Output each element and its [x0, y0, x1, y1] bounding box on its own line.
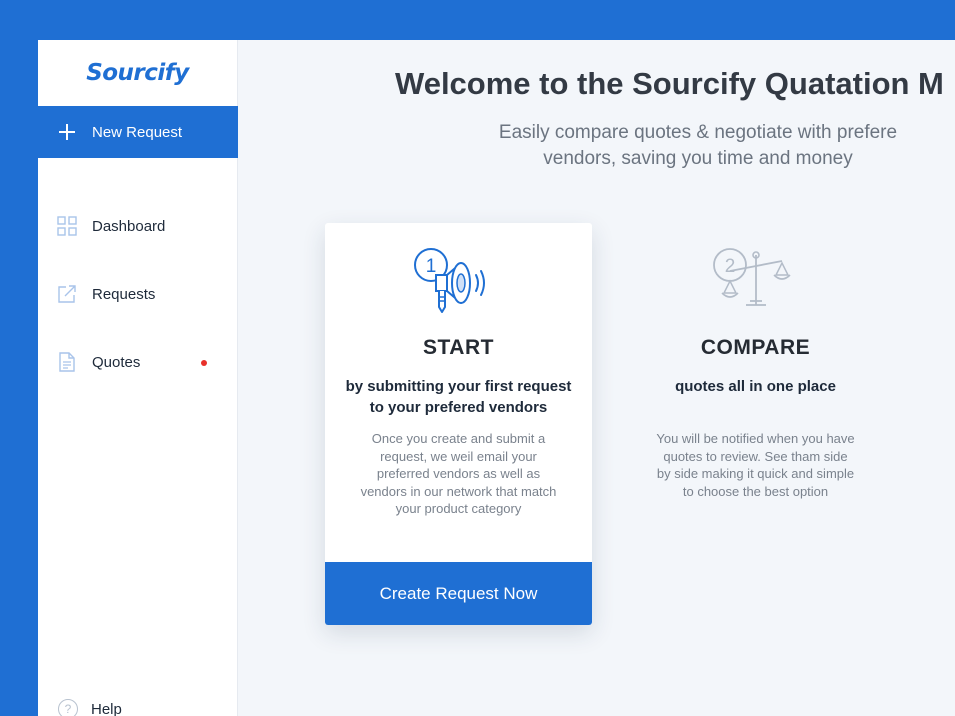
step-card-start: 1 START by submitting your first request… — [325, 223, 592, 625]
grid-icon — [57, 216, 77, 236]
sidebar-nav: Dashboard Requests Quotes — [38, 192, 238, 396]
subtitle-line: vendors, saving you time and money — [543, 148, 853, 169]
help-link[interactable]: ? Help — [38, 694, 122, 716]
step-subtitle: quotes all in one place — [675, 378, 836, 395]
step-description: You will be notified when you have quote… — [632, 430, 879, 500]
desc-line: request, we weil email your — [380, 448, 537, 464]
document-icon — [59, 352, 75, 372]
logo[interactable]: Sourcify — [38, 40, 237, 106]
page-subtitle: Easily compare quotes & negotiate with p… — [378, 120, 955, 172]
desc-line: Once you create and submit a — [371, 431, 546, 446]
desc-line: preferred vendors as well as — [376, 466, 541, 482]
step-title: COMPARE — [700, 336, 811, 359]
help-icon: ? — [58, 699, 78, 716]
plus-icon — [59, 124, 75, 140]
subtitle-line: by submitting your first request — [345, 378, 572, 395]
step-card-compare: 2 COMPARE quotes all in one place You wi… — [622, 223, 889, 523]
desc-line: vendors in our network that match — [360, 483, 557, 499]
step-number: 2 — [725, 256, 736, 277]
sidebar-item-label: Quotes — [92, 353, 141, 371]
sidebar-item-label: Dashboard — [92, 217, 166, 235]
sidebar-item-quotes[interactable]: Quotes — [38, 328, 238, 396]
step-title: START — [423, 336, 494, 359]
page-title: Welcome to the Sourcify Quatation M — [395, 66, 944, 101]
megaphone-icon: 1 — [414, 248, 485, 313]
create-request-button[interactable]: Create Request Now — [325, 562, 592, 625]
desc-line: by side making it quick and simple — [656, 466, 855, 482]
step-number: 1 — [426, 256, 437, 277]
new-request-label: New Request — [92, 123, 183, 141]
desc-line: to choose the best option — [682, 483, 829, 499]
external-link-icon — [58, 285, 76, 303]
step-description: Once you create and submit a request, we… — [335, 430, 582, 518]
sidebar-item-label: Requests — [92, 285, 156, 303]
scale-icon: 2 — [713, 248, 791, 306]
logo-text: Sourcify — [86, 60, 189, 86]
help-label: Help — [91, 700, 122, 716]
app-window: Sourcify New Request Dashboard Requests … — [38, 40, 955, 716]
desc-line: your product category — [395, 501, 522, 517]
subtitle-line: Easily compare quotes & negotiate with p… — [498, 122, 898, 143]
sidebar-item-dashboard[interactable]: Dashboard — [38, 192, 238, 260]
sidebar: Sourcify New Request Dashboard Requests … — [38, 40, 238, 716]
subtitle-line: to your prefered vendors — [369, 399, 548, 416]
notification-dot — [201, 360, 207, 366]
new-request-button[interactable]: New Request — [38, 106, 238, 158]
desc-line: quotes to review. See tham side — [663, 448, 848, 464]
step-subtitle: by submitting your first request to your… — [325, 376, 592, 418]
desc-line: You will be notified when you have — [656, 431, 855, 446]
sidebar-item-requests[interactable]: Requests — [38, 260, 238, 328]
main-content: Welcome to the Sourcify Quatation M Easi… — [238, 40, 955, 716]
